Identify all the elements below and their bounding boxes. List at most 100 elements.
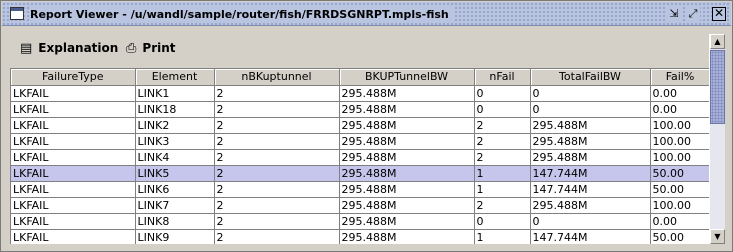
table-cell: 0 [474, 85, 531, 102]
table-cell: 0.00 [650, 213, 709, 230]
column-header[interactable]: nFail [474, 69, 531, 86]
table-cell: LINK7 [135, 197, 215, 214]
table-body: LKFAIL LINK1 2 295.488M 0 0 0.00 LKFAIL LINK18 2 2… [11, 85, 709, 244]
table-row[interactable]: LKFAIL LINK4 2 295.488M 2 295.488M 100.00 [11, 149, 709, 166]
table-cell: 100.00 [650, 117, 709, 134]
table-cell: LKFAIL [11, 149, 136, 166]
table-cell: 295.488M [339, 229, 475, 244]
column-header[interactable]: nBKuptunnel [214, 69, 340, 86]
table-cell: 295.488M [530, 149, 651, 166]
table-cell: 295.488M [339, 149, 475, 166]
document-icon: ▤ [20, 40, 33, 56]
table-row[interactable]: LKFAIL LINK5 2 295.488M 1 147.744M 50.00 [11, 165, 709, 182]
table-row[interactable]: LKFAIL LINK2 2 295.488M 2 295.488M 100.00 [11, 117, 709, 134]
printer-icon: ⎙ [126, 40, 137, 56]
table-cell: 2 [214, 117, 340, 134]
column-header[interactable]: Element [135, 69, 215, 86]
table-cell: 295.488M [339, 165, 475, 182]
table-cell: 295.488M [339, 133, 475, 150]
explanation-button[interactable]: ▤ Explanation [20, 39, 118, 57]
table-cell: LKFAIL [11, 165, 136, 182]
table-row[interactable]: LKFAIL LINK1 2 295.488M 0 0 0.00 [11, 85, 709, 102]
table-cell: 2 [214, 165, 340, 182]
report-table: FailureType Element nBKuptunnel BKUPTunn… [11, 69, 709, 244]
table-cell: 2 [214, 181, 340, 198]
report-viewer-window: Report Viewer - /u/wandl/sample/router/f… [0, 0, 733, 252]
table-cell: 100.00 [650, 149, 709, 166]
table-cell: 0 [530, 101, 651, 118]
table-cell: 0.00 [650, 85, 709, 102]
scroll-up-button[interactable]: ▲ [710, 34, 725, 49]
vertical-scrollbar[interactable]: ▲ ▼ [709, 34, 725, 244]
table-cell: LINK2 [135, 117, 215, 134]
table-cell: LKFAIL [11, 101, 136, 118]
table-cell: 1 [474, 181, 531, 198]
table-cell: 0 [474, 213, 531, 230]
window-title: Report Viewer - /u/wandl/sample/router/f… [30, 7, 453, 22]
table-cell: 295.488M [339, 197, 475, 214]
table-cell: 0 [530, 213, 651, 230]
scroll-thumb[interactable] [710, 50, 725, 124]
window-frame-icon [10, 7, 24, 20]
iconify-button[interactable]: ⇲ [667, 7, 681, 21]
table-row[interactable]: LKFAIL LINK18 2 295.488M 0 0 0.00 [11, 101, 709, 118]
table-cell: LKFAIL [11, 117, 136, 134]
table-row[interactable]: LKFAIL LINK3 2 295.488M 2 295.488M 100.00 [11, 133, 709, 150]
table-cell: LINK18 [135, 101, 215, 118]
table-header-row: FailureType Element nBKuptunnel BKUPTunn… [11, 69, 709, 86]
table-cell: 295.488M [339, 213, 475, 230]
table-row[interactable]: LKFAIL LINK6 2 295.488M 1 147.744M 50.00 [11, 181, 709, 198]
table-cell: LKFAIL [11, 181, 136, 198]
table-cell: 0.00 [650, 101, 709, 118]
table-cell: 147.744M [530, 165, 651, 182]
maximize-button[interactable]: ⤢ [686, 7, 700, 21]
table-row[interactable]: LKFAIL LINK9 2 295.488M 1 147.744M 50.00 [11, 229, 709, 244]
table-cell: 100.00 [650, 197, 709, 214]
table-cell: LKFAIL [11, 85, 136, 102]
table-cell: LINK6 [135, 181, 215, 198]
table-cell: LKFAIL [11, 229, 136, 244]
title-bar[interactable]: Report Viewer - /u/wandl/sample/router/f… [2, 2, 731, 26]
table-cell: 2 [214, 101, 340, 118]
table-row[interactable]: LKFAIL LINK7 2 295.488M 2 295.488M 100.00 [11, 197, 709, 214]
explanation-label: Explanation [38, 41, 119, 55]
table-cell: 295.488M [339, 117, 475, 134]
table-cell: 2 [214, 197, 340, 214]
table-cell: LKFAIL [11, 213, 136, 230]
table-cell: 50.00 [650, 165, 709, 182]
table-cell: 1 [474, 229, 531, 244]
table-cell: 50.00 [650, 229, 709, 244]
print-button[interactable]: ⎙ Print [126, 39, 176, 57]
table-cell: 295.488M [530, 197, 651, 214]
table-cell: LKFAIL [11, 133, 136, 150]
toolbar: ▤ Explanation ⎙ Print [2, 27, 707, 67]
table-cell: 2 [214, 229, 340, 244]
column-header[interactable]: BKUPTunnelBW [339, 69, 475, 86]
table-row[interactable]: LKFAIL LINK8 2 295.488M 0 0 0.00 [11, 213, 709, 230]
table-cell: 295.488M [530, 133, 651, 150]
column-header[interactable]: FailureType [11, 69, 136, 86]
report-table-area: FailureType Element nBKuptunnel BKUPTunn… [10, 68, 709, 244]
table-cell: 147.744M [530, 229, 651, 244]
table-cell: 295.488M [530, 117, 651, 134]
scroll-down-button[interactable]: ▼ [710, 229, 725, 244]
table-cell: LINK4 [135, 149, 215, 166]
scroll-track[interactable] [710, 49, 725, 229]
table-cell: 2 [214, 149, 340, 166]
table-cell: 295.488M [339, 85, 475, 102]
table-cell: 2 [474, 197, 531, 214]
table-cell: LINK1 [135, 85, 215, 102]
table-cell: LKFAIL [11, 197, 136, 214]
table-cell: 2 [474, 117, 531, 134]
table-cell: 295.488M [339, 181, 475, 198]
close-button[interactable]: ✕ [712, 7, 726, 21]
table-cell: 50.00 [650, 181, 709, 198]
column-header[interactable]: TotalFailBW [530, 69, 651, 86]
print-label: Print [142, 41, 176, 55]
table-cell: 147.744M [530, 181, 651, 198]
table-cell: LINK3 [135, 133, 215, 150]
table-cell: LINK8 [135, 213, 215, 230]
column-header[interactable]: Fail% [650, 69, 709, 86]
table-cell: 2 [214, 133, 340, 150]
table-cell: 295.488M [339, 101, 475, 118]
